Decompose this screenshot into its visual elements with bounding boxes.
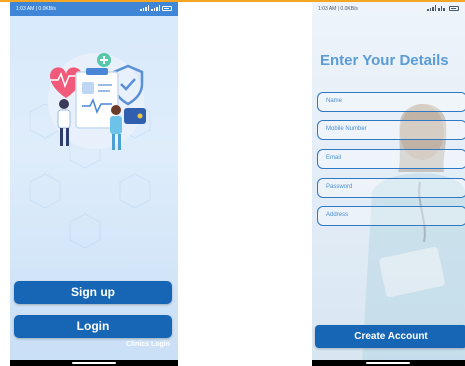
signal-icon: [140, 5, 149, 11]
medical-illustration: [48, 53, 146, 150]
status-time: 1:03 AM | 0.0KB/s: [16, 6, 56, 12]
address-field[interactable]: Address: [317, 206, 465, 226]
battery-icon: [162, 5, 172, 11]
clinics-login-link[interactable]: Clinics Login: [126, 341, 170, 348]
login-button[interactable]: Login: [14, 315, 172, 338]
navigation-bar: [10, 360, 178, 366]
status-bar: 1:03 AM | 0.0KB/s: [312, 2, 465, 16]
status-icons: [140, 5, 172, 11]
status-time: 1:03 AM | 0.0KB/s: [318, 6, 358, 12]
navigation-bar: [312, 360, 465, 366]
home-indicator[interactable]: [72, 362, 116, 364]
home-indicator[interactable]: [366, 362, 410, 364]
mobile-number-field[interactable]: Mobile Number: [317, 120, 465, 140]
registration-screen: 1:03 AM | 0.0KB/s Enter Your Details Nam…: [312, 2, 465, 366]
email-field[interactable]: Email: [317, 149, 465, 169]
password-field[interactable]: Password: [317, 178, 465, 198]
page-title: Enter Your Details: [320, 52, 449, 69]
signal-icon: [427, 5, 436, 11]
battery-icon: [449, 5, 459, 11]
signal-icon: [151, 5, 160, 11]
welcome-screen: 1:03 AM | 0.0KB/s Sign up Login Clinics …: [10, 2, 178, 366]
wifi-icon: [438, 5, 447, 11]
screenshot-canvas: 1:03 AM | 0.0KB/s Sign up Login Clinics …: [0, 0, 465, 366]
sign-up-button[interactable]: Sign up: [14, 281, 172, 304]
create-account-button[interactable]: Create Account: [315, 325, 465, 348]
status-bar: 1:03 AM | 0.0KB/s: [10, 2, 178, 16]
status-icons: [427, 5, 459, 11]
name-field[interactable]: Name: [317, 92, 465, 112]
